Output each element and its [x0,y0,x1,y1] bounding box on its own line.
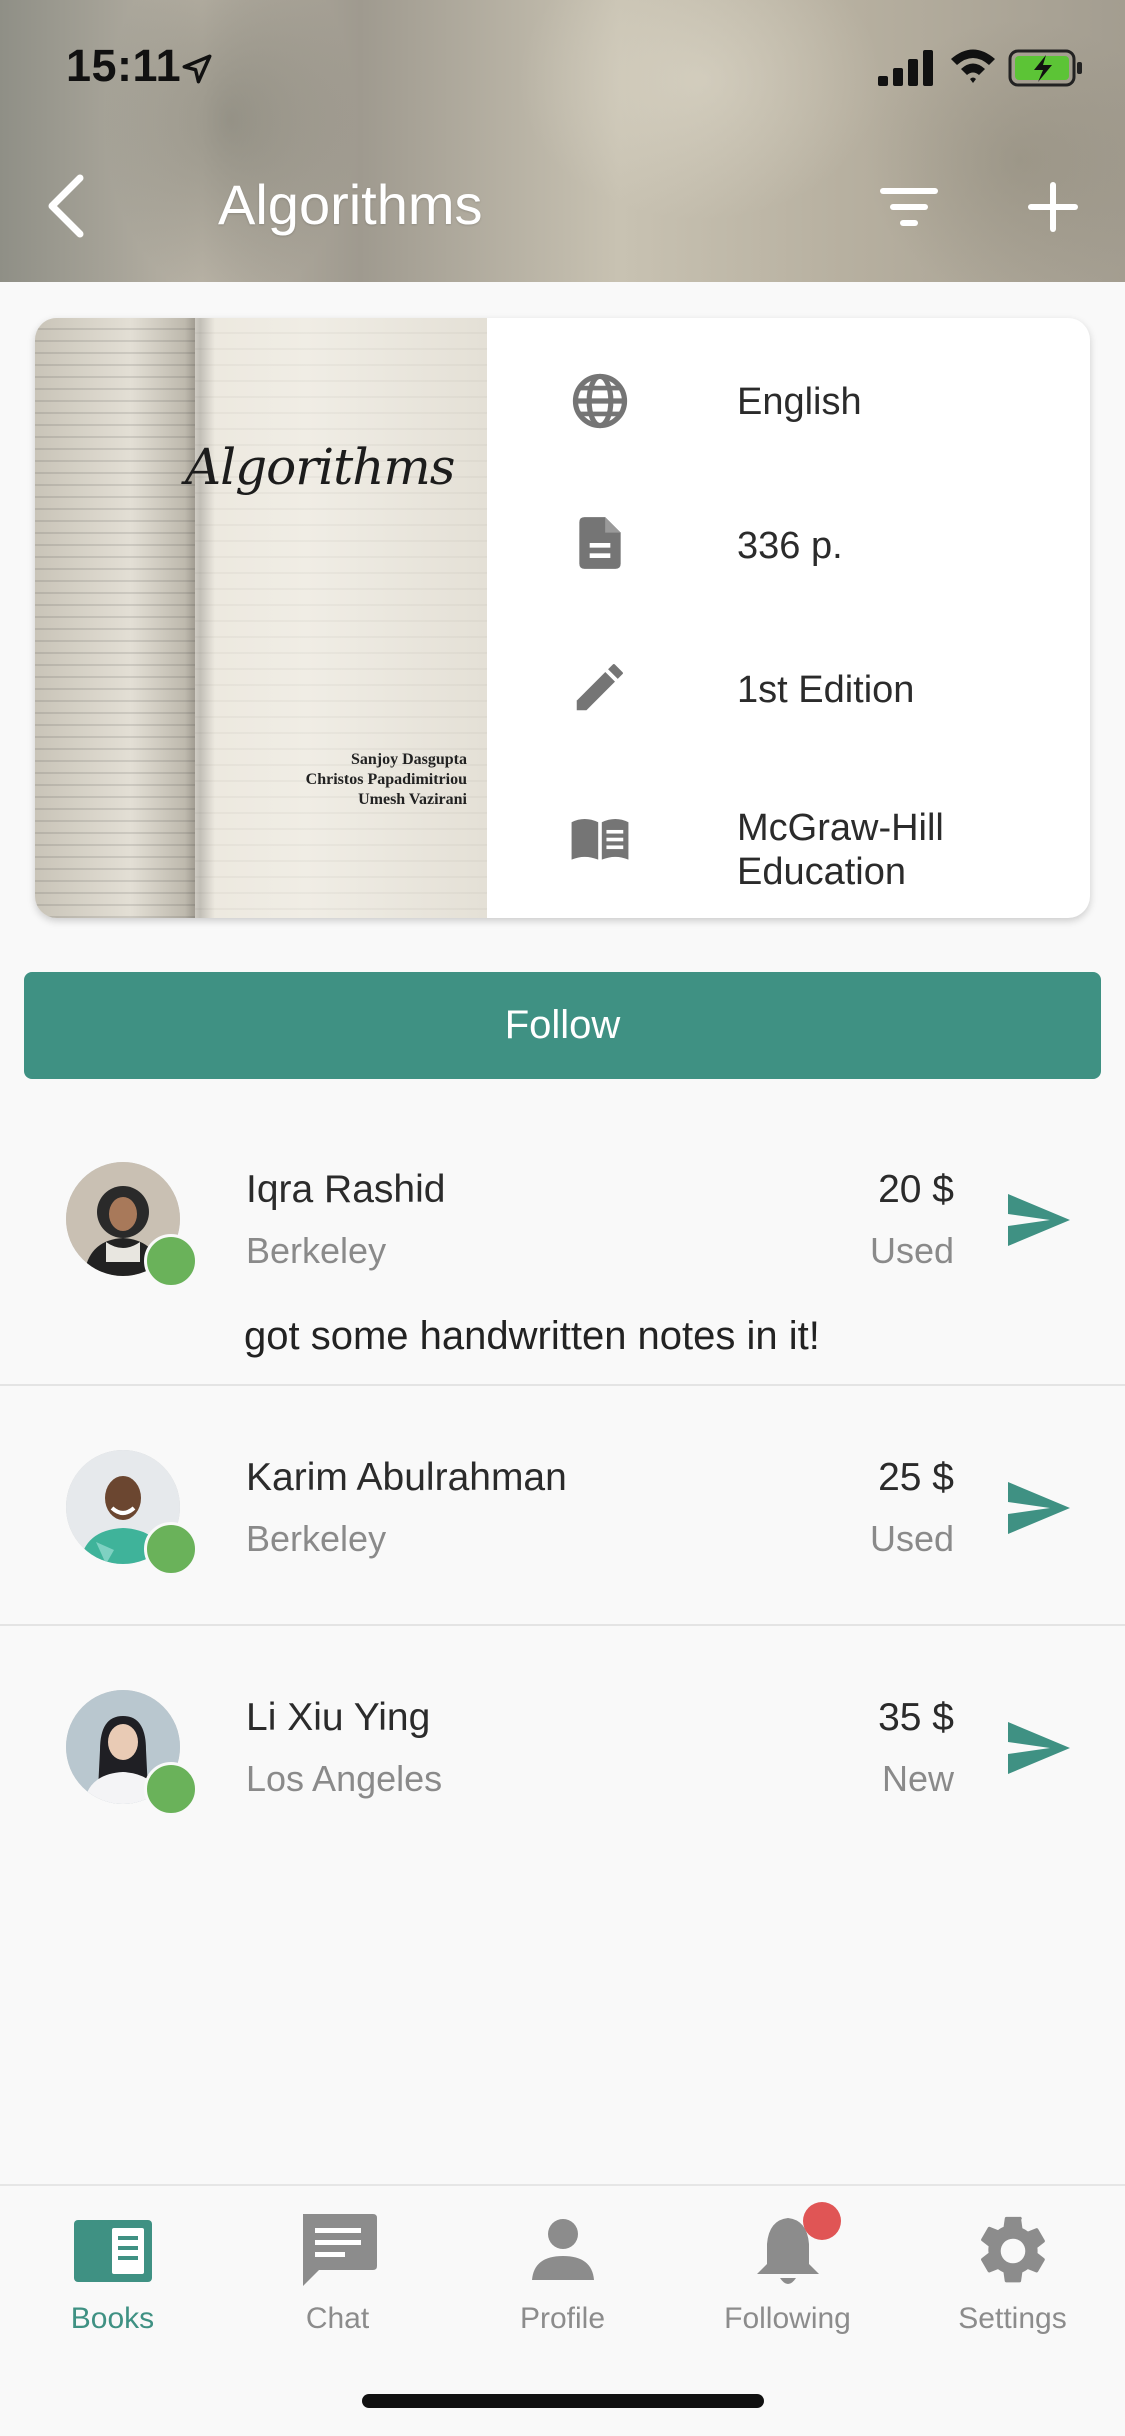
chat-icon [303,2214,377,2286]
header: 15:11 Algorithms [0,0,1125,282]
tab-label: Settings [958,2302,1067,2335]
tab-label: Books [70,2302,155,2335]
publisher-value: McGraw-Hill Education [737,806,944,894]
back-button[interactable] [40,170,96,242]
cover-title: Algorithms [185,438,455,496]
listing-item[interactable]: Iqra Rashid Berkeley 20 $ Used got some … [0,1114,1125,1386]
cover-music-spine [35,318,195,918]
publisher-line-1: McGraw-Hill [737,807,944,849]
seller-name: Li Xiu Ying [246,1696,431,1739]
signal-icon [878,50,933,86]
language-row: English [487,352,1090,452]
listing-item[interactable]: Li Xiu Ying Los Angeles 35 $ New [0,1626,1125,1866]
book-cover: Algorithms Sanjoy Dasgupta Christos Papa… [35,318,487,918]
gear-icon [981,2216,1045,2283]
follow-button[interactable]: Follow [24,972,1101,1079]
book-details-card: Algorithms Sanjoy Dasgupta Christos Papa… [35,318,1090,918]
price: 35 $ [878,1696,954,1739]
person-icon [532,2219,594,2280]
pages-value: 336 p. [737,525,843,567]
pages-row: 336 p. [487,496,1090,596]
tab-following[interactable]: Following [675,2200,900,2350]
cover-authors: Sanjoy Dasgupta Christos Papadimitriou U… [306,750,467,810]
filter-button[interactable] [878,182,940,232]
tab-books[interactable]: Books [0,2200,225,2350]
online-status-dot [144,1234,198,1288]
tab-label: Following [724,2302,851,2335]
listing-item[interactable]: Karim Abulrahman Berkeley 25 $ Used [0,1386,1125,1626]
language-value: English [737,381,862,423]
document-icon [579,517,621,569]
cover-author: Christos Papadimitriou [305,771,467,788]
online-status-dot [144,1522,198,1576]
seller-city: Los Angeles [246,1758,443,1799]
cover-author: Sanjoy Dasgupta [350,751,467,768]
send-message-button[interactable] [1006,1720,1072,1776]
publisher-line-2: Education [737,851,907,893]
edition-row: 1st Edition [487,640,1090,740]
seller-city: Berkeley [246,1230,387,1271]
condition: New [881,1758,954,1799]
globe-icon [572,373,628,429]
page-title: Algorithms [218,173,483,236]
send-message-button[interactable] [1006,1192,1072,1248]
status-bar: 15:11 [0,0,1125,135]
tab-label: Profile [519,2302,606,2335]
book-info-list: English 336 p. 1st Edition McGraw-Hill E… [487,318,1090,918]
wifi-icon [951,49,995,83]
seller-name: Iqra Rashid [246,1168,446,1211]
listing-comment: got some handwritten notes in it! [244,1314,820,1358]
price: 25 $ [878,1456,954,1499]
edition-value: 1st Edition [737,669,915,711]
tab-settings[interactable]: Settings [900,2200,1125,2350]
send-message-button[interactable] [1006,1480,1072,1536]
battery-charging-icon [1008,49,1082,87]
home-indicator [362,2394,764,2408]
publisher-row: McGraw-Hill Education [487,788,1090,908]
notification-badge [803,2202,841,2240]
cover-music-staves [195,318,487,918]
condition: Used [869,1230,954,1271]
books-icon [74,2220,152,2282]
tab-profile[interactable]: Profile [450,2200,675,2350]
online-status-dot [144,1762,198,1816]
tab-label: Chat [305,2302,370,2335]
cover-fold-shadow [185,318,215,918]
add-button[interactable] [1026,180,1080,234]
price: 20 $ [878,1168,954,1211]
pencil-icon [576,664,623,711]
location-arrow-icon [182,54,212,84]
tab-chat[interactable]: Chat [225,2200,450,2350]
seller-city: Berkeley [246,1518,387,1559]
status-time: 15:11 [66,40,182,91]
condition: Used [869,1518,954,1559]
seller-name: Karim Abulrahman [246,1456,567,1499]
cover-author: Umesh Vazirani [358,791,467,808]
open-book-icon [571,818,629,860]
